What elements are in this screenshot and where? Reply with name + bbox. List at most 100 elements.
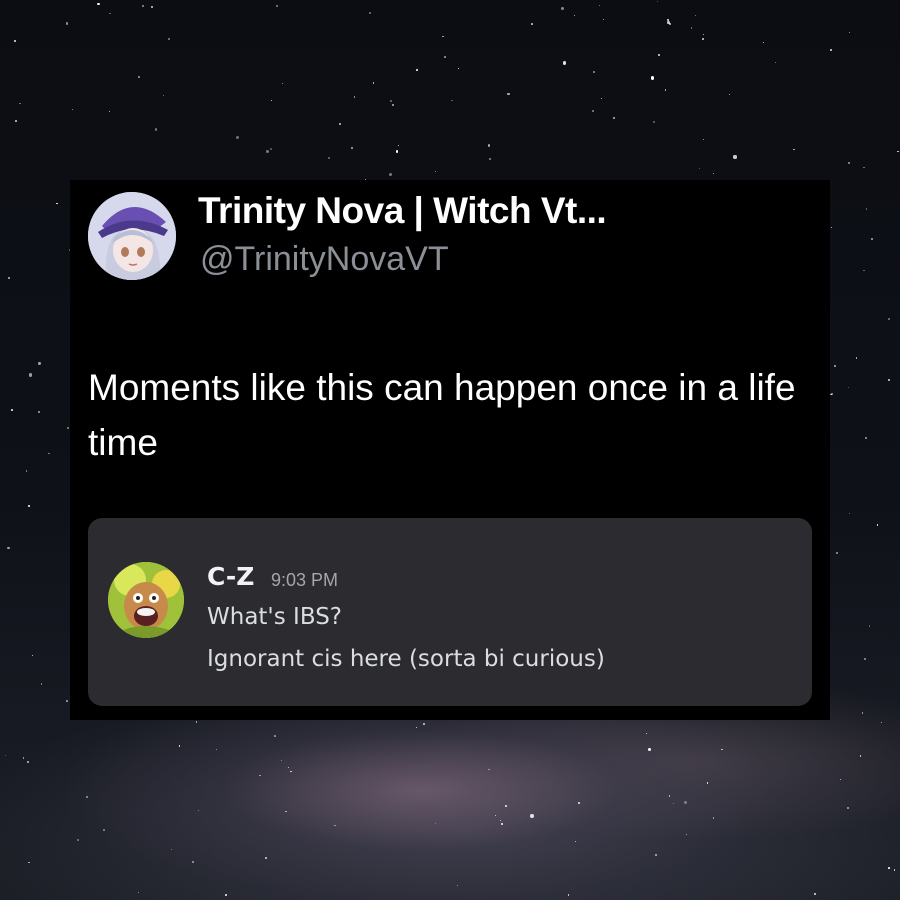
star — [334, 824, 336, 826]
star — [192, 861, 195, 864]
star — [178, 745, 181, 747]
star — [831, 392, 834, 395]
star — [225, 894, 227, 896]
star — [501, 823, 504, 826]
star — [813, 893, 816, 896]
star — [602, 18, 605, 20]
star — [653, 121, 656, 124]
star — [7, 546, 10, 550]
star — [141, 5, 144, 8]
star — [600, 97, 603, 100]
star — [592, 110, 595, 113]
star — [888, 318, 890, 320]
message-author-avatar[interactable] — [108, 562, 184, 638]
star — [702, 33, 705, 36]
star — [32, 655, 34, 657]
message-line-1: What's IBS? — [207, 604, 343, 630]
star — [236, 136, 240, 140]
star — [77, 838, 80, 841]
star — [442, 35, 444, 38]
user-handle[interactable]: @TrinityNovaVT — [200, 240, 449, 279]
star — [392, 103, 395, 106]
star — [48, 452, 51, 455]
star — [457, 885, 459, 887]
star — [863, 166, 866, 169]
star — [103, 829, 106, 832]
star — [488, 768, 490, 770]
star — [672, 803, 674, 805]
star — [698, 167, 701, 170]
star — [11, 408, 13, 411]
star — [686, 833, 688, 835]
star — [457, 67, 459, 70]
star — [690, 27, 693, 29]
star — [888, 378, 891, 381]
star — [863, 269, 865, 272]
star — [575, 841, 577, 843]
star — [71, 108, 73, 110]
star — [197, 809, 199, 811]
star — [562, 61, 567, 65]
star — [897, 150, 899, 152]
star — [894, 869, 896, 871]
star — [66, 699, 69, 702]
star — [40, 683, 43, 686]
star — [109, 110, 111, 113]
star — [259, 774, 261, 777]
star — [848, 513, 851, 515]
profile-avatar[interactable] — [88, 192, 176, 280]
star — [167, 37, 170, 40]
star — [19, 102, 21, 105]
star — [499, 820, 501, 822]
star — [847, 386, 850, 389]
star — [488, 157, 491, 160]
star — [888, 867, 890, 870]
star — [163, 94, 165, 96]
star — [390, 99, 393, 102]
star — [109, 12, 111, 15]
star — [65, 22, 68, 25]
cartoon-character-avatar-icon — [108, 562, 184, 638]
star — [273, 735, 276, 738]
star — [531, 23, 533, 25]
message-line-2: Ignorant cis here (sorta bi curious) — [207, 646, 605, 672]
star — [13, 39, 16, 42]
star — [369, 11, 372, 14]
anime-witch-avatar-icon — [88, 192, 176, 280]
star — [137, 891, 139, 893]
star — [834, 365, 836, 367]
star — [353, 96, 356, 98]
star — [848, 31, 850, 34]
star — [423, 723, 425, 725]
star — [38, 362, 41, 365]
tweet-text: Moments like this can happen once in a l… — [88, 367, 796, 463]
star — [28, 505, 31, 507]
message-author[interactable]: C-Z — [207, 562, 254, 591]
tweet-card[interactable]: Trinity Nova | Witch Vt... @TrinityNovaV… — [70, 180, 830, 720]
star — [839, 778, 841, 780]
star — [593, 71, 595, 73]
star — [495, 815, 497, 817]
star — [721, 748, 723, 751]
star — [729, 94, 731, 96]
star — [265, 149, 269, 153]
star — [281, 82, 283, 84]
star — [712, 172, 715, 174]
star — [836, 552, 839, 555]
star — [372, 82, 375, 84]
star — [880, 721, 882, 723]
star — [847, 806, 850, 809]
star — [38, 411, 40, 413]
star — [861, 712, 864, 714]
star — [338, 123, 342, 126]
star — [150, 6, 153, 9]
star — [28, 861, 30, 864]
star — [434, 170, 437, 173]
star — [868, 625, 870, 627]
star — [870, 238, 873, 241]
star — [655, 854, 658, 857]
star — [695, 15, 697, 17]
star — [577, 802, 580, 804]
star — [733, 155, 737, 159]
display-name[interactable]: Trinity Nova | Witch Vt... — [198, 190, 607, 232]
